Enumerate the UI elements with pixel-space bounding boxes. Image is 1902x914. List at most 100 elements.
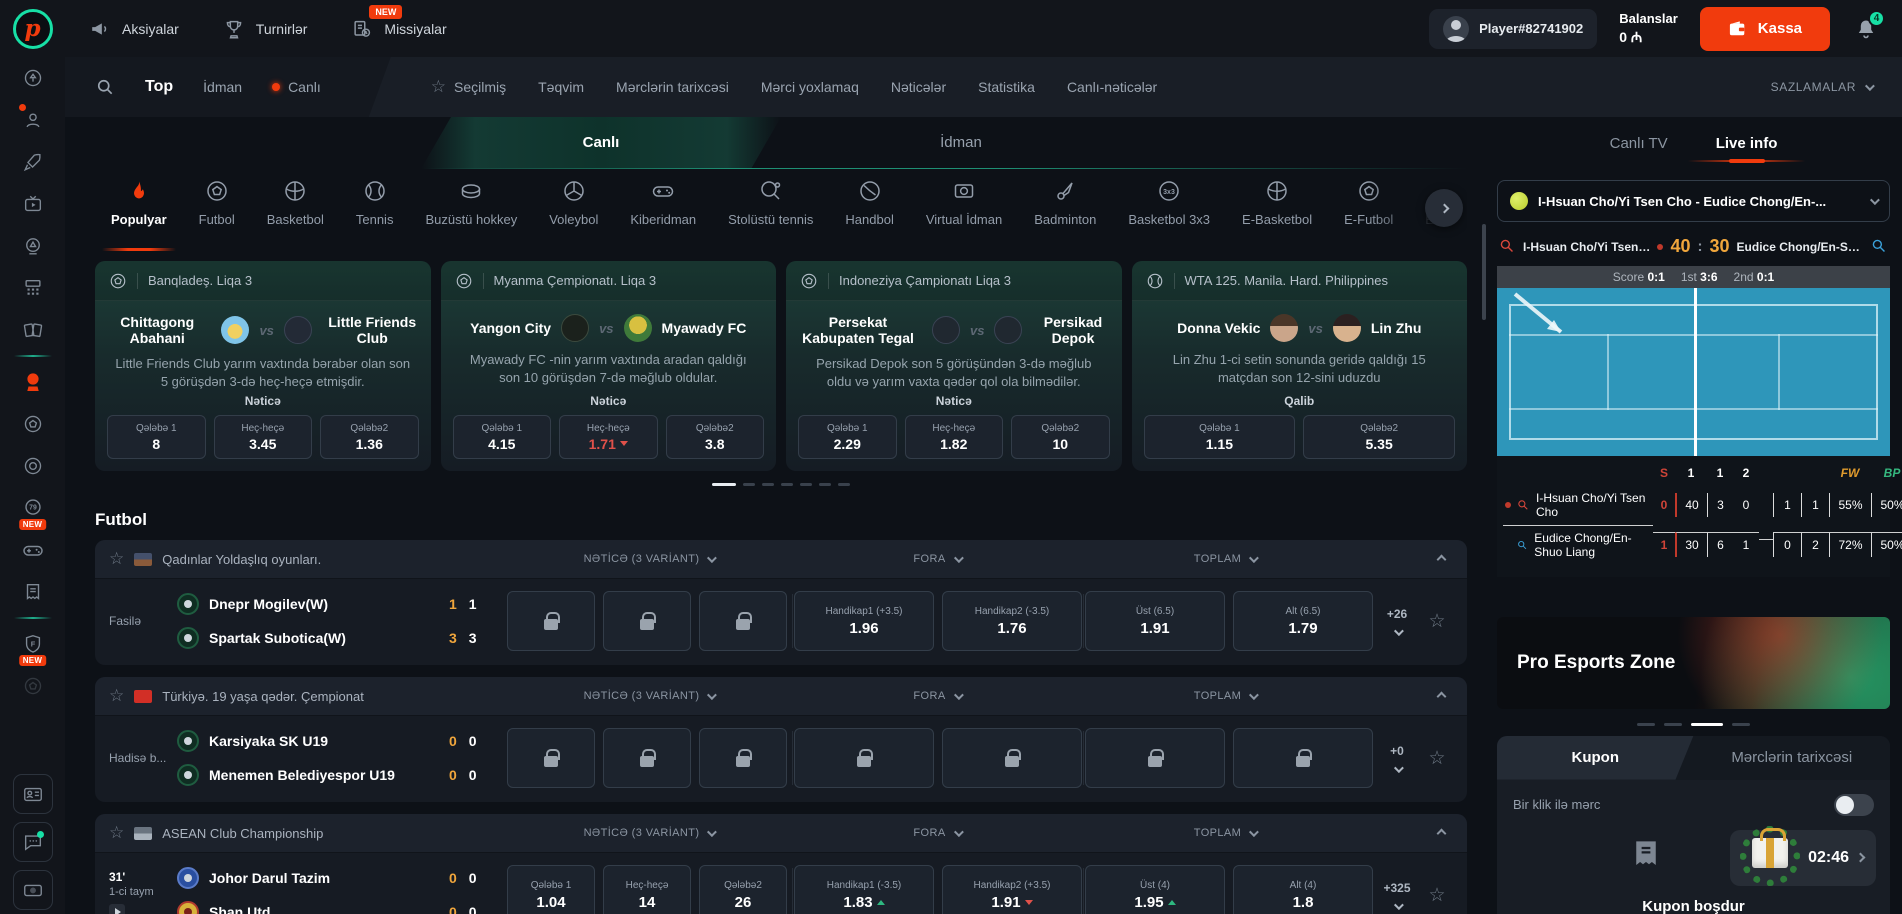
odd-button[interactable]: Qələbə25.35 xyxy=(1303,415,1455,459)
link-live-results[interactable]: Canlı-nəticələr xyxy=(1067,79,1157,95)
sport-tab-basketball[interactable]: Basketbol xyxy=(251,173,340,253)
link-statistics[interactable]: Statistika xyxy=(978,79,1035,95)
bonus-timer-chip[interactable]: 02:46 xyxy=(1730,830,1876,886)
odd-button[interactable]: Qələbə23.8 xyxy=(666,415,765,459)
sport-tab-football[interactable]: Futbol xyxy=(183,173,251,253)
carousel-dot[interactable] xyxy=(838,483,850,486)
notifications-bell-icon[interactable]: 4 xyxy=(1854,17,1878,41)
carousel-dot[interactable] xyxy=(712,483,736,486)
target-icon[interactable] xyxy=(13,446,53,486)
odd-button[interactable]: Alt (6.5)1.79 xyxy=(1233,591,1373,651)
sport-tab-virtual[interactable]: Virtual İdman xyxy=(910,173,1018,253)
odd-button[interactable]: Qələbə21.36 xyxy=(320,415,419,459)
aviator-rocket-icon[interactable] xyxy=(13,142,53,182)
carousel-dot[interactable] xyxy=(819,483,831,486)
column-result[interactable]: NƏTİCƏ (3 VARİANT) xyxy=(505,827,793,839)
more-markets-button[interactable]: +0 xyxy=(1373,744,1421,773)
odd-button[interactable]: Üst (4)1.95 xyxy=(1085,865,1225,914)
carousel-dot[interactable] xyxy=(1637,723,1655,726)
ball-icon[interactable] xyxy=(13,666,53,706)
sport-tab-badminton[interactable]: Badminton xyxy=(1018,173,1112,253)
odd-button[interactable]: Heç-heçə14 xyxy=(603,865,691,914)
star-icon[interactable]: ☆ xyxy=(109,688,124,705)
link-favorites[interactable]: ☆Seçilmiş xyxy=(431,79,506,96)
tab-bet-history[interactable]: Mərclərin tarixcəsi xyxy=(1694,736,1891,780)
bingo-icon[interactable] xyxy=(13,268,53,308)
link-bet-history[interactable]: Mərclərin tarixcəsi xyxy=(616,79,729,95)
sport-tab-table-tennis[interactable]: Stolüstü tennis xyxy=(712,173,829,253)
player-chip[interactable]: Player#82741902 xyxy=(1429,9,1597,49)
locked-odd[interactable] xyxy=(942,728,1082,788)
scrollbar-thumb[interactable] xyxy=(1482,224,1486,320)
locked-odd[interactable] xyxy=(603,591,691,651)
locked-odd[interactable] xyxy=(699,728,787,788)
column-total[interactable]: TOPLAM xyxy=(1081,827,1369,839)
odd-button[interactable]: Heç-heçə3.45 xyxy=(214,415,313,459)
home-team-row[interactable]: Karsiyaka SK U19 xyxy=(177,730,449,752)
sport-tab-esports[interactable]: Kiberidman xyxy=(614,173,712,253)
lotto-79-icon[interactable]: 79NEW xyxy=(13,488,53,528)
tab-live-info[interactable]: Live info xyxy=(1716,135,1778,162)
match-selector-dropdown[interactable]: I-Hsuan Cho/Yi Tsen Cho - Eudice Chong/E… xyxy=(1497,180,1890,222)
away-team-row[interactable]: Menemen Belediyespor U19 xyxy=(177,764,449,786)
locked-odd[interactable] xyxy=(507,591,595,651)
carousel-dot[interactable] xyxy=(1732,723,1750,726)
collapse-button[interactable] xyxy=(1369,693,1453,700)
collapse-button[interactable] xyxy=(1369,556,1453,563)
away-team-row[interactable]: Spartak Subotica(W) xyxy=(177,627,449,649)
menu-promotions[interactable]: Aksiyalar xyxy=(89,18,179,40)
odd-button[interactable]: Üst (6.5)1.91 xyxy=(1085,591,1225,651)
star-icon[interactable]: ☆ xyxy=(109,825,124,842)
cashier-button[interactable]: Kassa xyxy=(1700,7,1830,51)
featured-card[interactable]: Indoneziya Çampionatı Liqa 3 Persekat Ka… xyxy=(786,261,1122,471)
carousel-dot[interactable] xyxy=(762,483,774,486)
sport-tab-volleyball[interactable]: Voleybol xyxy=(533,173,614,253)
payment-icon[interactable] xyxy=(13,870,53,910)
tab-kupon[interactable]: Kupon xyxy=(1497,736,1694,780)
locked-odd[interactable] xyxy=(1085,728,1225,788)
betslip-icon[interactable] xyxy=(13,572,53,612)
odd-button[interactable]: Qələbə 14.15 xyxy=(453,415,552,459)
odd-button[interactable]: Qələbə 12.29 xyxy=(798,415,897,459)
menu-tournaments[interactable]: Turnirlər xyxy=(223,18,308,40)
mode-tab-live[interactable]: Canlı xyxy=(421,117,781,169)
locked-odd[interactable] xyxy=(794,728,934,788)
featured-card[interactable]: Myanma Çempionatı. Liqa 3 Yangon City vs… xyxy=(441,261,777,471)
home-team-row[interactable]: Dnepr Mogilev(W) xyxy=(177,593,449,615)
column-result[interactable]: NƏTİCƏ (3 VARİANT) xyxy=(505,690,793,702)
locked-odd[interactable] xyxy=(1233,728,1373,788)
away-team-row[interactable]: Shan Utd xyxy=(177,901,449,914)
brand-logo[interactable]: p xyxy=(0,0,65,57)
sport-tab-handball[interactable]: Handbol xyxy=(829,173,909,253)
tab-live[interactable]: Canlı xyxy=(272,79,321,95)
odd-button[interactable]: Heç-heçə1.71 xyxy=(559,415,658,459)
mode-tab-sport[interactable]: İdman xyxy=(781,117,1141,169)
odd-button[interactable]: Qələbə226 xyxy=(699,865,787,914)
favorite-star-icon[interactable]: ☆ xyxy=(1421,610,1453,633)
odd-button[interactable]: Handikap1 (+3.5)1.96 xyxy=(794,591,934,651)
sport-tab-ice-hockey[interactable]: Buzüstü hokkey xyxy=(409,173,533,253)
favorite-star-icon[interactable]: ☆ xyxy=(1421,884,1453,907)
odd-button[interactable]: Handikap1 (-3.5)1.83 xyxy=(794,865,934,914)
odd-button[interactable]: Qələbə 11.04 xyxy=(507,865,595,914)
match-row[interactable]: Fasilə Dnepr Mogilev(W) Spartak Subotica… xyxy=(95,578,1467,665)
sport-tab-tennis[interactable]: Tennis xyxy=(340,173,410,253)
column-result[interactable]: NƏTİCƏ (3 VARİANT) xyxy=(505,553,793,565)
carousel-dot[interactable] xyxy=(743,483,755,486)
locked-odd[interactable] xyxy=(603,728,691,788)
star-icon[interactable]: ☆ xyxy=(109,551,124,568)
favorite-star-icon[interactable]: ☆ xyxy=(1421,747,1453,770)
carousel-dot[interactable] xyxy=(1664,723,1682,726)
sport-tab-popular[interactable]: Populyar xyxy=(95,173,183,253)
collapse-button[interactable] xyxy=(1369,830,1453,837)
account-card-icon[interactable] xyxy=(13,774,53,814)
odd-button[interactable]: Handikap2 (+3.5)1.91 xyxy=(942,865,1082,914)
sport-tab-basketball3x3[interactable]: 3x3Basketbol 3x3 xyxy=(1112,173,1226,253)
league-title-block[interactable]: ☆ Türkiyə. 19 yaşa qədər. Çempionat xyxy=(109,688,505,705)
carousel-dot[interactable] xyxy=(800,483,812,486)
casino-icon[interactable] xyxy=(13,58,53,98)
tab-top[interactable]: Top xyxy=(145,78,173,96)
link-results[interactable]: Nəticələr xyxy=(891,79,946,95)
lottery-icon[interactable] xyxy=(13,226,53,266)
sport-tab-ebasketball[interactable]: E-Basketbol xyxy=(1226,173,1328,253)
